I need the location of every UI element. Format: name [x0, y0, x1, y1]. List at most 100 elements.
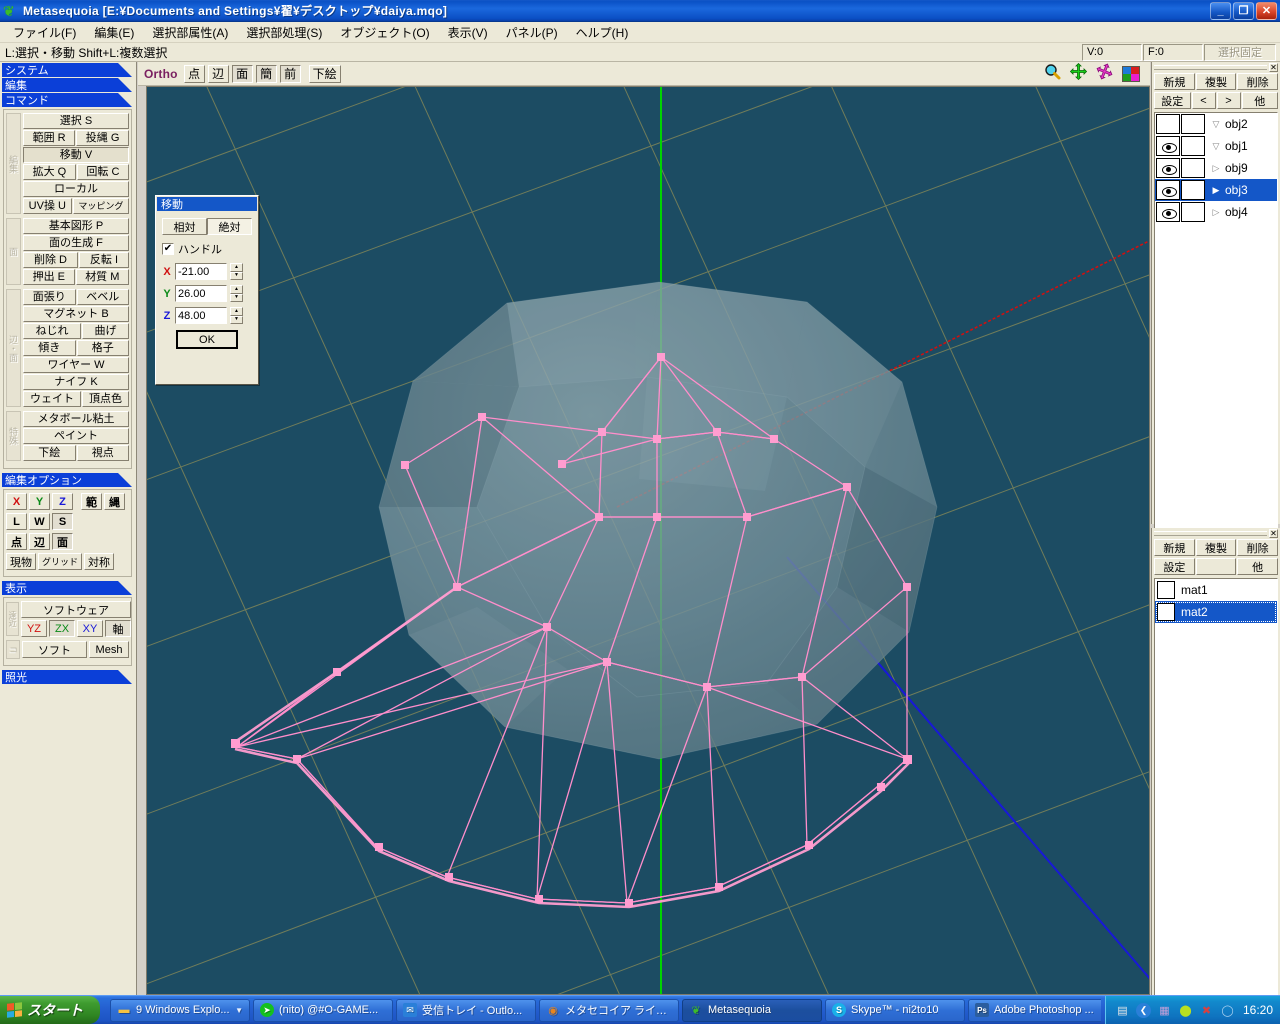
opt-w[interactable]: W [29, 513, 50, 530]
opt-axis-z[interactable]: Z [52, 493, 73, 510]
move-input-z[interactable]: 48.00 [175, 307, 227, 324]
object-visibility-cell[interactable] [1156, 114, 1180, 134]
vp-vertex-mode[interactable]: 点 [183, 64, 205, 83]
group-tab-edit[interactable]: 編集 [6, 113, 21, 214]
object-settings-button[interactable]: 設定 [1154, 92, 1191, 109]
cmd-backdrop[interactable]: 下絵 [23, 445, 76, 461]
object-panel-grip[interactable] [1154, 64, 1267, 70]
menu-selection-attributes[interactable]: 選択部属性(A) [143, 22, 237, 43]
display-soft-button[interactable]: ソフト [22, 641, 87, 658]
object-list-item[interactable]: ▽ obj2 [1155, 113, 1277, 135]
vp-front-mode[interactable]: 前 [279, 64, 301, 83]
cmd-select[interactable]: 選択 S [23, 113, 129, 129]
opt-symmetry[interactable]: 対称 [84, 553, 115, 570]
taskbar-item-skype[interactable]: S Skype™ - ni2to10 [825, 998, 965, 1022]
shield-icon[interactable]: ⬤ [1178, 1003, 1193, 1018]
opt-axis-y[interactable]: Y [29, 493, 50, 510]
menu-edit[interactable]: 編集(E) [85, 22, 143, 43]
material-list[interactable]: mat1 mat2 [1154, 578, 1278, 1002]
cmd-weight[interactable]: ウェイト [23, 391, 81, 407]
opt-snap-object[interactable]: 現物 [6, 553, 36, 570]
taskbar-item-photoshop[interactable]: Ps Adobe Photoshop ... [968, 998, 1101, 1022]
cmd-magnet[interactable]: マグネット B [23, 306, 129, 322]
rotate-icon[interactable] [1096, 63, 1113, 85]
material-delete-button[interactable]: 削除 [1237, 539, 1279, 556]
cmd-lattice[interactable]: 格子 [76, 340, 129, 356]
cmd-scale[interactable]: 拡大 Q [23, 164, 76, 180]
taskbar-clock[interactable]: 16:20 [1243, 1003, 1273, 1017]
move-tab-relative[interactable]: 相対 [162, 218, 207, 235]
section-header-edit-options[interactable]: 編集オプション [2, 473, 132, 487]
menu-help[interactable]: ヘルプ(H) [567, 22, 638, 43]
cmd-range[interactable]: 範囲 R [23, 130, 76, 146]
move-spinner-z[interactable]: ▲ ▼ [230, 307, 243, 324]
object-list[interactable]: ▽ obj2 ▽ obj1 ▷ obj9 ▶ obj3 ▷ obj4 [1154, 112, 1278, 532]
cmd-material[interactable]: 材質 M [75, 269, 130, 285]
opt-axis-x[interactable]: X [6, 493, 27, 510]
menu-selection-process[interactable]: 選択部処理(S) [237, 22, 331, 43]
group-tab-special[interactable]: 特殊 [6, 411, 21, 461]
move-dialog[interactable]: 移動 相対 絶対 ✔ ハンドル X -21.00 ▲ ▼ Y 26.00 ▲ ▼ Z [155, 195, 259, 385]
spin-down-z[interactable]: ▼ [230, 315, 243, 324]
section-header-display[interactable]: 表示 [2, 581, 132, 595]
cmd-tilt[interactable]: 傾き [23, 340, 76, 356]
material-list-item[interactable]: mat1 [1155, 579, 1277, 601]
opt-vertex[interactable]: 点 [6, 533, 27, 550]
opt-s[interactable]: S [52, 513, 73, 530]
droplet-icon[interactable]: ◯ [1220, 1003, 1235, 1018]
material-other-button[interactable]: 他 [1237, 558, 1279, 575]
object-lock-cell[interactable] [1181, 180, 1205, 200]
material-color-swatch[interactable] [1157, 581, 1175, 599]
object-other-button[interactable]: 他 [1241, 92, 1278, 109]
cmd-bend[interactable]: 曲げ [82, 323, 129, 339]
object-visibility-cell[interactable] [1156, 158, 1180, 178]
opt-edge[interactable]: 辺 [29, 533, 50, 550]
object-visibility-cell[interactable] [1156, 136, 1180, 156]
object-expand-icon[interactable]: ▷ [1209, 207, 1223, 218]
cmd-wire[interactable]: ワイヤー W [23, 357, 129, 373]
cmd-create-face[interactable]: 面の生成 F [23, 235, 129, 251]
material-new-button[interactable]: 新規 [1154, 539, 1195, 556]
taskbar-item-windows-explorer[interactable]: ▬ 9 Windows Explo... ▼ [110, 998, 250, 1022]
cmd-delete[interactable]: 削除 D [23, 252, 78, 268]
color-palette-icon[interactable] [1122, 65, 1140, 82]
minimize-button[interactable]: _ [1210, 1, 1231, 20]
volume-icon[interactable]: ▦ [1157, 1003, 1172, 1018]
display-plane-zx[interactable]: ZX [49, 620, 75, 637]
move-input-y[interactable]: 26.00 [175, 285, 227, 302]
object-lock-cell[interactable] [1181, 202, 1205, 222]
display-axis-toggle[interactable]: 軸 [105, 620, 131, 637]
object-lock-cell[interactable] [1181, 114, 1205, 134]
cmd-twist[interactable]: ねじれ [23, 323, 81, 339]
opt-lasso[interactable]: 縄 [104, 493, 125, 510]
move-tab-absolute[interactable]: 絶対 [207, 218, 252, 235]
close-button[interactable]: ✕ [1256, 1, 1277, 20]
menu-view[interactable]: 表示(V) [439, 22, 497, 43]
vp-backdrop-toggle[interactable]: 下絵 [308, 64, 341, 83]
taskbar-item-firefox[interactable]: ◉ メタセコイア ライティ... [539, 998, 679, 1022]
opt-range[interactable]: 範 [81, 493, 102, 510]
object-next-button[interactable]: > [1216, 92, 1241, 109]
handle-checkbox-row[interactable]: ✔ ハンドル [162, 241, 252, 257]
object-list-item-selected[interactable]: ▶ obj3 [1155, 179, 1277, 201]
cmd-viewpoint[interactable]: 視点 [76, 445, 129, 461]
cmd-knife[interactable]: ナイフ K [23, 374, 129, 390]
cmd-extrude[interactable]: 押出 E [23, 269, 75, 285]
cmd-metaball[interactable]: メタボール粘土 [23, 411, 129, 427]
object-delete-button[interactable]: 削除 [1237, 73, 1279, 90]
cmd-bevel[interactable]: ベベル [76, 289, 129, 305]
section-header-command[interactable]: コマンド [2, 93, 132, 107]
pan-move-icon[interactable] [1069, 62, 1088, 85]
section-header-lighting[interactable]: 照光 [2, 670, 132, 684]
menu-object[interactable]: オブジェクト(O) [331, 22, 438, 43]
cmd-move[interactable]: 移動 V [23, 147, 129, 163]
magnifier-icon[interactable] [1044, 63, 1061, 84]
object-list-item[interactable]: ▽ obj1 [1155, 135, 1277, 157]
cmd-rotate[interactable]: 回転 C [76, 164, 129, 180]
cmd-lasso[interactable]: 投縄 G [76, 130, 129, 146]
taskbar-item-metasequoia[interactable]: ❦ Metasequoia [682, 998, 822, 1022]
move-input-x[interactable]: -21.00 [175, 263, 227, 280]
section-header-system[interactable]: システム [2, 63, 132, 77]
cmd-face-stretch[interactable]: 面張り [23, 289, 76, 305]
lock-selection-button[interactable]: 選択固定 [1204, 43, 1276, 61]
